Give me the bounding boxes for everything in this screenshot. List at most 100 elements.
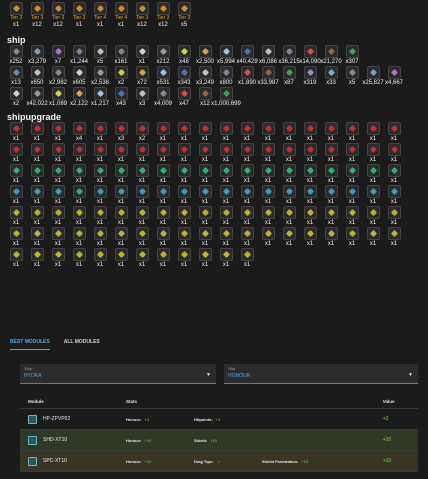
ship-item[interactable]: x48 bbox=[175, 45, 193, 66]
upgrade-item[interactable]: x1 bbox=[112, 143, 130, 164]
tab-all-modules[interactable]: ALL MODULES bbox=[64, 337, 100, 350]
upgrade-item[interactable]: x1 bbox=[364, 143, 382, 164]
upgrade-item[interactable]: x1 bbox=[385, 227, 403, 248]
table-row[interactable]: SPC-XT10 Honour: +10 Dmg %pc: -4 Shield Penet… bbox=[20, 451, 418, 472]
upgrade-item[interactable]: x1 bbox=[175, 164, 193, 185]
upgrade-item[interactable]: x1 bbox=[343, 185, 361, 206]
upgrade-item[interactable]: x1 bbox=[196, 185, 214, 206]
upgrade-item[interactable]: x1 bbox=[7, 227, 25, 248]
ship-item[interactable]: x1,890 bbox=[238, 66, 256, 87]
upgrade-item[interactable]: x1 bbox=[217, 164, 235, 185]
upgrade-item[interactable]: x1 bbox=[259, 206, 277, 227]
upgrade-item[interactable]: x1 bbox=[175, 185, 193, 206]
upgrade-item[interactable]: x1 bbox=[196, 143, 214, 164]
upgrade-item[interactable]: x1 bbox=[364, 164, 382, 185]
upgrade-item[interactable]: x1 bbox=[259, 227, 277, 248]
ship-item[interactable]: x307 bbox=[343, 45, 361, 66]
tier-item[interactable]: Tier 3 x1 bbox=[70, 2, 88, 29]
upgrade-item[interactable]: x1 bbox=[280, 227, 298, 248]
ship-item[interactable]: x14,090 bbox=[299, 45, 321, 66]
upgrade-item[interactable]: x1 bbox=[259, 122, 277, 143]
ship-item[interactable]: x1,089 bbox=[49, 87, 67, 108]
ship-item[interactable]: x2,982 bbox=[49, 66, 67, 87]
upgrade-item[interactable]: x1 bbox=[343, 206, 361, 227]
ship-item[interactable]: x650 bbox=[28, 66, 46, 87]
upgrade-item[interactable]: x1 bbox=[196, 227, 214, 248]
upgrade-item[interactable]: x1 bbox=[28, 206, 46, 227]
upgrade-item[interactable]: x1 bbox=[343, 122, 361, 143]
tier-item[interactable]: Tier 3 x1 bbox=[7, 2, 25, 29]
upgrade-item[interactable]: x1 bbox=[259, 164, 277, 185]
upgrade-item[interactable]: x1 bbox=[91, 206, 109, 227]
upgrade-item[interactable]: x1 bbox=[70, 248, 88, 269]
upgrade-item[interactable]: x1 bbox=[7, 248, 25, 269]
upgrade-item[interactable]: x1 bbox=[49, 206, 67, 227]
upgrade-item[interactable]: x1 bbox=[175, 227, 193, 248]
upgrade-item[interactable]: x1 bbox=[196, 248, 214, 269]
tab-best-modules[interactable]: BEST MODULES bbox=[10, 337, 50, 350]
upgrade-item[interactable]: x1 bbox=[70, 206, 88, 227]
ship-item[interactable]: x6,086 bbox=[259, 45, 277, 66]
upgrade-item[interactable]: x1 bbox=[154, 248, 172, 269]
upgrade-item[interactable]: x1 bbox=[28, 122, 46, 143]
upgrade-item[interactable]: x1 bbox=[385, 143, 403, 164]
upgrade-item[interactable]: x1 bbox=[91, 122, 109, 143]
ship-item[interactable]: x343 bbox=[175, 66, 193, 87]
ship-item[interactable]: x605 bbox=[70, 66, 88, 87]
upgrade-item[interactable]: x1 bbox=[217, 143, 235, 164]
upgrade-item[interactable]: x1 bbox=[343, 227, 361, 248]
upgrade-item[interactable]: x1 bbox=[301, 185, 319, 206]
upgrade-item[interactable]: x1 bbox=[217, 227, 235, 248]
upgrade-item[interactable]: x1 bbox=[112, 164, 130, 185]
ship-item[interactable]: x800 bbox=[217, 66, 235, 87]
upgrade-item[interactable]: x1 bbox=[322, 206, 340, 227]
ship-item[interactable]: x1 bbox=[133, 45, 151, 66]
upgrade-item[interactable]: x1 bbox=[217, 206, 235, 227]
upgrade-item[interactable]: x1 bbox=[238, 122, 256, 143]
upgrade-item[interactable]: x1 bbox=[364, 227, 382, 248]
upgrade-item[interactable]: x1 bbox=[133, 227, 151, 248]
ship-item[interactable]: x212 bbox=[154, 45, 172, 66]
upgrade-item[interactable]: x1 bbox=[196, 206, 214, 227]
ship-item[interactable]: x36,215 bbox=[278, 45, 300, 66]
ship-item[interactable]: x5 bbox=[91, 45, 109, 66]
upgrade-item[interactable]: x1 bbox=[322, 227, 340, 248]
upgrade-item[interactable]: x2 bbox=[133, 122, 151, 143]
upgrade-item[interactable]: x1 bbox=[154, 122, 172, 143]
tier-item[interactable]: Tier 3 x12 bbox=[133, 2, 151, 29]
ship-item[interactable]: x2,538 bbox=[91, 66, 109, 87]
ship-item[interactable]: x43 bbox=[112, 87, 130, 108]
upgrade-item[interactable]: x1 bbox=[7, 143, 25, 164]
ship-item[interactable]: x319 bbox=[301, 66, 319, 87]
upgrade-item[interactable]: x1 bbox=[322, 143, 340, 164]
upgrade-item[interactable]: x1 bbox=[364, 122, 382, 143]
ship-item[interactable]: x1,217 bbox=[91, 87, 109, 108]
upgrade-item[interactable]: x1 bbox=[238, 185, 256, 206]
upgrade-item[interactable]: x1 bbox=[154, 206, 172, 227]
ship-item[interactable]: x2,500 bbox=[196, 45, 214, 66]
upgrade-item[interactable]: x1 bbox=[301, 143, 319, 164]
upgrade-item[interactable]: x1 bbox=[154, 227, 172, 248]
ship-item[interactable]: x531 bbox=[154, 66, 172, 87]
upgrade-item[interactable]: x1 bbox=[280, 206, 298, 227]
tier-item[interactable]: Tier 3 x12 bbox=[49, 2, 67, 29]
upgrade-item[interactable]: x1 bbox=[175, 248, 193, 269]
upgrade-item[interactable]: x1 bbox=[301, 206, 319, 227]
upgrade-item[interactable]: x1 bbox=[49, 248, 67, 269]
upgrade-item[interactable]: x1 bbox=[175, 122, 193, 143]
upgrade-item[interactable]: x1 bbox=[364, 206, 382, 227]
upgrade-item[interactable]: x1 bbox=[280, 185, 298, 206]
upgrade-item[interactable]: x1 bbox=[301, 227, 319, 248]
stat-select[interactable]: Stat HONOUR ▼ bbox=[224, 364, 418, 384]
ship-item[interactable]: x42,022 bbox=[26, 87, 48, 108]
ship-item[interactable]: x33,987 bbox=[257, 66, 279, 87]
upgrade-item[interactable]: x1 bbox=[91, 248, 109, 269]
ship-item[interactable]: x2 bbox=[7, 87, 25, 108]
upgrade-item[interactable]: x1 bbox=[28, 227, 46, 248]
upgrade-item[interactable]: x1 bbox=[112, 185, 130, 206]
ship-item[interactable]: x4,009 bbox=[154, 87, 172, 108]
upgrade-item[interactable]: x1 bbox=[91, 185, 109, 206]
tier-item[interactable]: Tier 3 x5 bbox=[175, 2, 193, 29]
upgrade-item[interactable]: x1 bbox=[343, 164, 361, 185]
upgrade-item[interactable]: x1 bbox=[385, 122, 403, 143]
